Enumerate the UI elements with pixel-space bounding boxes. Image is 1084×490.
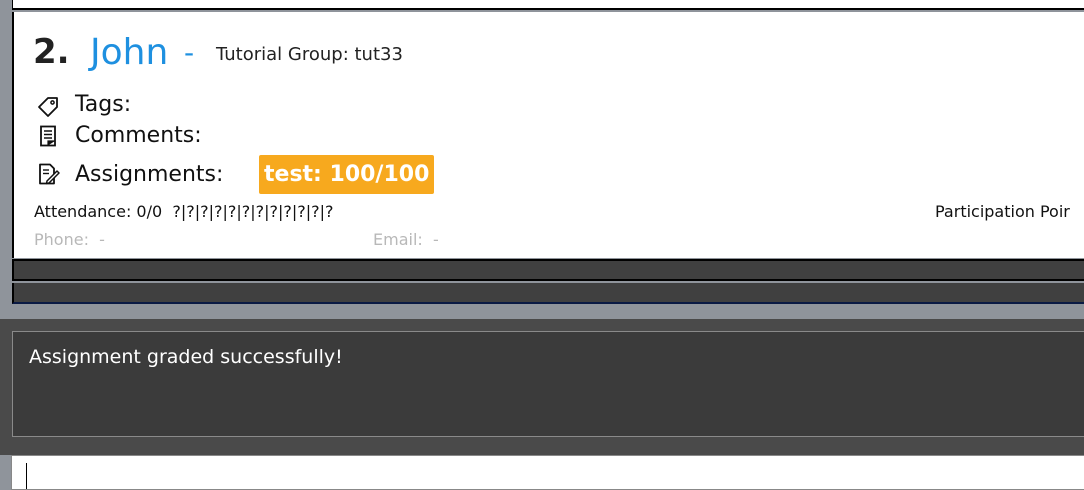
name-separator: - xyxy=(184,36,195,69)
previous-person-card xyxy=(12,0,1084,10)
person-index: 2. xyxy=(33,32,70,72)
command-input[interactable] xyxy=(11,455,1084,490)
email-text: Email: - xyxy=(373,230,439,249)
tags-label: Tags: xyxy=(75,92,132,117)
result-message: Assignment graded successfully! xyxy=(29,346,343,368)
person-card[interactable]: 2. John - Tutorial Group: tut33 Tags: Co… xyxy=(12,12,1084,258)
result-display: Assignment graded successfully! xyxy=(12,331,1084,437)
pane-divider xyxy=(0,305,1084,319)
tutorial-group: Tutorial Group: tut33 xyxy=(216,44,403,65)
phone-text: Phone: - xyxy=(34,230,105,249)
person-name: John xyxy=(90,32,169,73)
notepad-icon xyxy=(36,124,60,152)
edit-document-icon xyxy=(36,162,60,190)
list-footer xyxy=(12,283,1084,304)
participation-text: Participation Poir xyxy=(935,202,1070,221)
comments-label: Comments: xyxy=(75,123,202,148)
attendance-text: Attendance: 0/0 ?|?|?|?|?|?|?|?|?|?|?|? xyxy=(34,202,334,221)
text-caret xyxy=(26,463,27,489)
list-divider xyxy=(12,259,1084,281)
assignment-badge: test: 100/100 xyxy=(259,155,435,194)
tag-icon xyxy=(36,94,60,122)
assignments-label: Assignments: xyxy=(75,162,224,187)
